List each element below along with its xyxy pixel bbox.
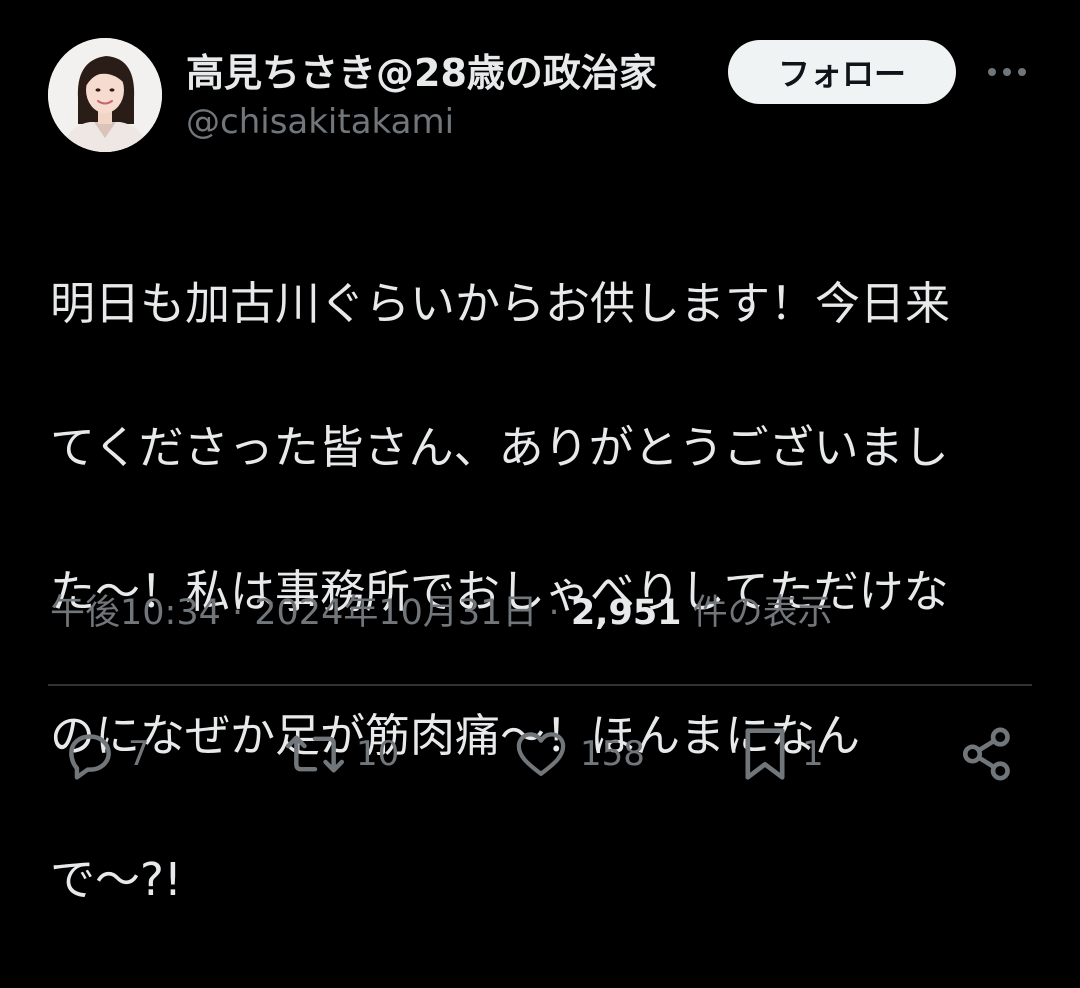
tweet-meta: 午後10:34 · 2024年10月31日 · 2,951 件の表示 [50,584,833,635]
tweet-time[interactable]: 午後10:34 [50,593,221,633]
meta-separator: · [220,593,255,633]
reply-button[interactable]: 7 [62,716,150,792]
heart-icon [516,732,566,776]
bookmark-count: 1 [802,734,824,774]
tweet-date[interactable]: 2024年10月31日 [254,593,537,633]
views-count[interactable]: 2,951 [571,593,682,633]
tweet-text-line: てくださった皆さん、ありがとうございまし [50,421,949,474]
meta-separator: · [537,593,571,633]
user-handle[interactable]: @chisakitakami [186,102,454,142]
divider [48,684,1032,686]
share-icon [962,727,1010,781]
bookmark-button[interactable]: 1 [738,716,824,792]
avatar[interactable] [48,38,162,152]
retweet-button[interactable]: 10 [284,716,399,792]
views-label: 件の表示 [681,593,833,633]
more-options-button[interactable] [982,50,1032,94]
display-name[interactable]: 高見ちさき@28歳の政治家 [186,42,657,97]
share-button[interactable] [958,716,1016,792]
profile-photo-icon [48,38,162,152]
tweet-text-line: 明日も加古川ぐらいからお供します！今日来 [50,277,951,330]
like-button[interactable]: 158 [512,716,645,792]
follow-button[interactable]: フォロー [728,40,956,104]
tweet-container: 高見ちさき@28歳の政治家 @chisakitakami フォロー 明日も加古川… [0,0,1080,906]
like-count: 158 [580,734,645,774]
more-options-icon [988,68,1026,76]
reply-icon [69,734,111,780]
reply-count: 7 [128,734,150,774]
tweet-text-line: で〜?! [50,853,182,906]
action-bar: 7 10 158 1 [0,716,1080,792]
retweet-count: 10 [356,734,400,774]
bookmark-icon [745,728,785,780]
retweet-icon [285,735,345,773]
